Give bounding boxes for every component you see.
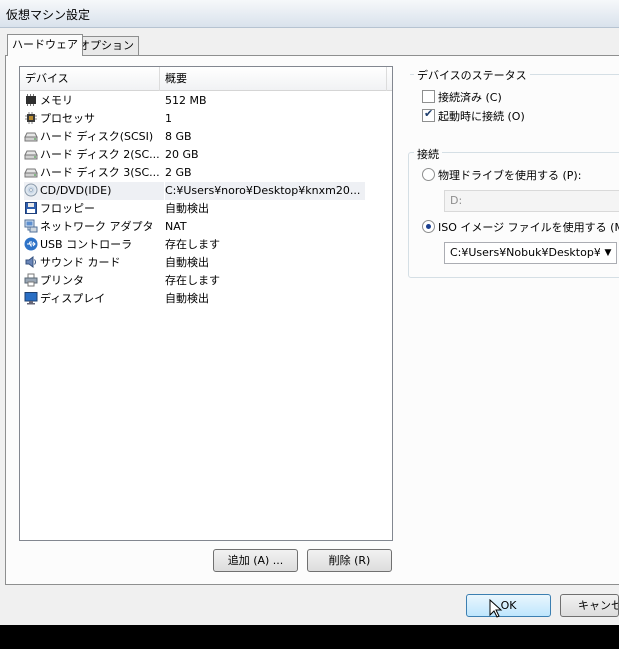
table-row[interactable]: ハード ディスク 2(SC... 20 GB: [20, 146, 392, 164]
remove-device-button[interactable]: 削除 (R): [307, 549, 392, 572]
taskbar: [0, 625, 619, 649]
iso-image-label[interactable]: ISO イメージ ファイルを使用する (M):: [438, 219, 619, 235]
device-summary: 20 GB: [165, 148, 199, 161]
device-summary: 8 GB: [165, 130, 192, 143]
device-summary: 1: [165, 112, 172, 125]
device-name: CD/DVD(IDE): [40, 184, 112, 197]
connected-label[interactable]: 接続済み (C): [438, 89, 502, 105]
device-status-group-title: デバイスのステータス: [414, 67, 530, 83]
vm-settings-window: 仮想マシン設定 ハードウェア オプション デバイス 概要 メモリ 512 MB …: [0, 0, 619, 625]
tab-hardware[interactable]: ハードウェア: [7, 34, 83, 56]
connect-at-power-on-checkbox[interactable]: ✔: [422, 107, 435, 122]
table-row[interactable]: ハード ディスク(SCSI) 8 GB: [20, 128, 392, 146]
sound-card-icon: [24, 255, 38, 269]
network-adapter-icon: [24, 219, 38, 233]
display-icon: [24, 291, 38, 305]
table-row[interactable]: CD/DVD(IDE) C:¥Users¥noro¥Desktop¥knxm20…: [20, 182, 392, 200]
table-row[interactable]: ディスプレイ 自動検出: [20, 290, 392, 308]
connect-at-power-on-label[interactable]: 起動時に接続 (O): [438, 108, 525, 124]
window-title: 仮想マシン設定: [6, 8, 91, 22]
floppy-icon: [24, 201, 38, 215]
printer-icon: [24, 273, 38, 287]
iso-image-select[interactable]: C:¥Users¥Nobuk¥Desktop¥' ▼: [444, 242, 617, 264]
title-bar[interactable]: 仮想マシン設定: [0, 0, 619, 28]
hard-disk-icon: [24, 129, 38, 143]
usb-icon: [24, 237, 38, 251]
physical-drive-select[interactable]: D: ▼: [444, 190, 619, 212]
device-name: メモリ: [40, 94, 73, 107]
device-name: ハード ディスク(SCSI): [40, 130, 154, 143]
table-row[interactable]: プリンタ 存在します: [20, 272, 392, 290]
add-device-button[interactable]: 追加 (A) ...: [213, 549, 298, 572]
device-summary: 存在します: [165, 274, 220, 287]
list-body: メモリ 512 MB プロセッサ 1 ハード ディスク(SCSI) 8 GB ハ…: [20, 92, 392, 308]
table-row[interactable]: サウンド カード 自動検出: [20, 254, 392, 272]
table-row[interactable]: ハード ディスク 3(SC... 2 GB: [20, 164, 392, 182]
device-name: プロセッサ: [40, 112, 95, 125]
device-summary: C:¥Users¥noro¥Desktop¥knxm20...: [165, 182, 365, 200]
device-name: USB コントローラ: [40, 238, 133, 251]
physical-drive-label[interactable]: 物理ドライブを使用する (P):: [438, 167, 581, 183]
table-row[interactable]: ネットワーク アダプタ NAT: [20, 218, 392, 236]
table-row[interactable]: メモリ 512 MB: [20, 92, 392, 110]
cd-dvd-icon: [24, 183, 38, 197]
device-list[interactable]: デバイス 概要 メモリ 512 MB プロセッサ 1 ハード ディスク(SCSI…: [19, 66, 393, 541]
device-name: ハード ディスク 2(SC...: [40, 148, 160, 161]
device-name: フロッピー: [40, 202, 95, 215]
memory-icon: [24, 93, 38, 107]
device-name: サウンド カード: [40, 256, 121, 269]
chevron-down-icon: ▼: [600, 243, 616, 263]
cancel-button[interactable]: キャンセル: [560, 594, 619, 617]
mouse-cursor-icon: [489, 599, 503, 618]
device-summary: 存在します: [165, 238, 220, 251]
device-name: ディスプレイ: [40, 292, 106, 305]
column-header-summary[interactable]: 概要: [160, 67, 387, 91]
table-row[interactable]: フロッピー 自動検出: [20, 200, 392, 218]
device-name: ネットワーク アダプタ: [40, 220, 154, 233]
physical-drive-radio[interactable]: [422, 168, 435, 181]
processor-icon: [24, 111, 38, 125]
device-summary: 自動検出: [165, 202, 209, 215]
hard-disk-icon: [24, 165, 38, 179]
device-summary: 512 MB: [165, 94, 207, 107]
device-summary: NAT: [165, 220, 187, 233]
table-row[interactable]: USB コントローラ 存在します: [20, 236, 392, 254]
ok-button[interactable]: OK: [466, 594, 551, 617]
device-summary: 自動検出: [165, 256, 209, 269]
physical-drive-value: D:: [450, 194, 463, 207]
device-name: プリンタ: [40, 274, 84, 287]
iso-image-value: C:¥Users¥Nobuk¥Desktop¥': [450, 246, 604, 259]
checkmark-icon: ✔: [424, 107, 434, 120]
column-header-device[interactable]: デバイス: [20, 67, 160, 91]
connection-group-title: 接続: [414, 146, 442, 162]
device-summary: 2 GB: [165, 166, 192, 179]
list-header: デバイス 概要: [20, 67, 392, 91]
table-row[interactable]: プロセッサ 1: [20, 110, 392, 128]
tab-options[interactable]: オプション: [74, 36, 139, 56]
iso-image-radio[interactable]: [422, 220, 435, 233]
device-name: ハード ディスク 3(SC...: [40, 166, 160, 179]
connected-checkbox[interactable]: [422, 90, 435, 103]
hard-disk-icon: [24, 147, 38, 161]
device-summary: 自動検出: [165, 292, 209, 305]
